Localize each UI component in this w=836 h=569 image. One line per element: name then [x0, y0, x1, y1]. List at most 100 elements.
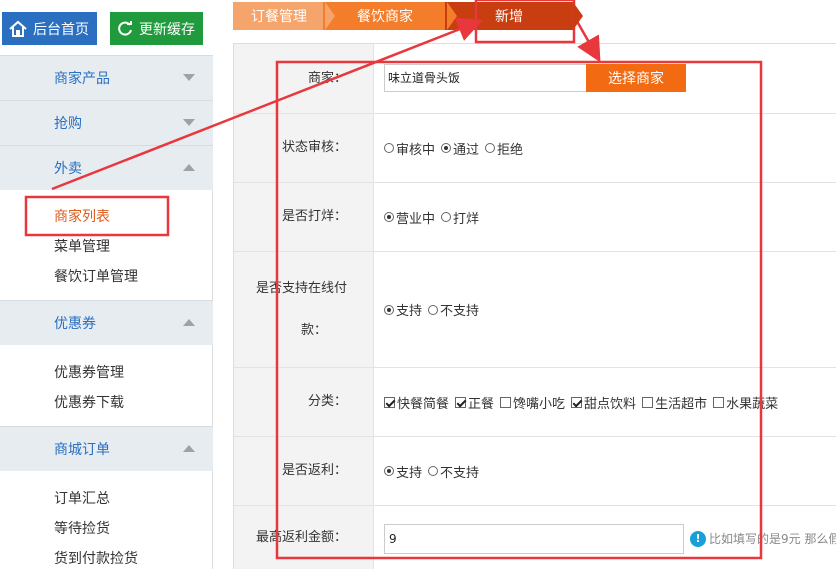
max-rebate-hint-text: 比如填写的是9元 那么假 [709, 532, 836, 546]
chevron-down-icon [183, 119, 195, 126]
sidebar-section-flash-sale[interactable]: 抢购 [0, 100, 213, 145]
form-row-category: 分类： 快餐简餐 正餐 馋嘴小吃 甜点饮料 生活超市 水果蔬菜 [234, 368, 836, 437]
option-label: 支持 [396, 465, 423, 481]
sidebar: 后台首页 更新缓存 商家产品 抢购 外卖 商家列表 菜单管理 餐饮订单管理 优惠… [0, 0, 213, 569]
merchant-label: 商家： [234, 44, 374, 113]
radio-icon [428, 304, 439, 315]
category-option-snacks[interactable]: 馋嘴小吃 [500, 393, 565, 412]
sidebar-section-label: 抢购 [54, 116, 82, 132]
radio-icon [485, 143, 496, 153]
checkbox-checked-icon [571, 396, 583, 408]
radio-icon [441, 212, 452, 222]
home-button[interactable]: 后台首页 [2, 12, 97, 45]
home-icon [9, 20, 27, 37]
category-label: 分类： [234, 368, 374, 436]
option-label: 水果蔬菜 [726, 396, 779, 412]
option-label: 审核中 [396, 142, 436, 158]
form-row-rebate: 是否返利： 支持 不支持 [234, 437, 836, 506]
option-label: 馋嘴小吃 [513, 396, 566, 412]
select-merchant-button[interactable]: 选择商家 [586, 64, 686, 92]
chevron-down-icon [183, 74, 195, 81]
status-option-rejected[interactable]: 拒绝 [485, 139, 523, 158]
status-label: 状态审核： [234, 114, 374, 182]
online-pay-label: 是否支持在线付 款： [234, 252, 374, 367]
radio-icon [384, 143, 394, 153]
option-label: 拒绝 [497, 142, 524, 158]
closed-radio-group: 营业中 打烊 [384, 183, 485, 251]
category-option-desserts[interactable]: 甜点饮料 [571, 393, 636, 412]
top-buttons: 后台首页 更新缓存 [0, 0, 213, 55]
rebate-label: 是否返利： [234, 437, 374, 505]
option-label: 打烊 [453, 211, 480, 227]
option-label: 不支持 [440, 465, 480, 481]
radio-checked-icon [441, 143, 452, 153]
option-label: 快餐简餐 [397, 396, 450, 412]
rebate-radio-group: 支持 不支持 [384, 437, 485, 505]
rebate-option-yes[interactable]: 支持 [384, 462, 422, 481]
online-pay-option-yes[interactable]: 支持 [384, 300, 422, 319]
sidebar-section-mall-orders[interactable]: 商城订单 [0, 426, 213, 471]
info-icon: ! [690, 530, 706, 547]
option-label: 正餐 [468, 396, 495, 412]
sidebar-item-awaiting-pick[interactable]: 等待捡货 [54, 518, 110, 538]
online-pay-label-line1: 是否支持在线付 [255, 280, 347, 296]
closed-option-closed[interactable]: 打烊 [441, 208, 479, 227]
sidebar-item-catering-orders[interactable]: 餐饮订单管理 [54, 266, 138, 286]
merchant-input[interactable]: 味立道骨头饭 [384, 64, 588, 92]
category-option-fruit-veg[interactable]: 水果蔬菜 [713, 393, 778, 412]
online-pay-label-line2: 款： [300, 322, 327, 338]
closed-option-open[interactable]: 营业中 [384, 208, 435, 227]
checkbox-icon [500, 396, 512, 408]
option-label: 支持 [396, 304, 423, 319]
radio-checked-icon [384, 304, 394, 315]
refresh-cache-button[interactable]: 更新缓存 [110, 12, 203, 45]
refresh-icon [118, 20, 132, 36]
chevron-up-icon [183, 445, 195, 452]
category-option-fast-food[interactable]: 快餐简餐 [384, 393, 449, 412]
breadcrumb-item-new: 新增 [445, 2, 583, 30]
form-row-online-pay: 是否支持在线付 款： 支持 不支持 [234, 252, 836, 368]
sidebar-section-coupons[interactable]: 优惠券 [0, 300, 213, 345]
category-option-meal[interactable]: 正餐 [455, 393, 494, 412]
radio-checked-icon [384, 212, 394, 222]
online-pay-option-no[interactable]: 不支持 [428, 300, 479, 319]
sidebar-item-coupon-manage[interactable]: 优惠券管理 [54, 362, 124, 382]
max-rebate-hint: ! 比如填写的是9元 那么假 [690, 530, 836, 547]
closed-label: 是否打烊： [234, 183, 374, 251]
category-option-supermarket[interactable]: 生活超市 [642, 393, 707, 412]
option-label: 甜点饮料 [584, 396, 637, 412]
breadcrumb-item-catering-merchant[interactable]: 餐饮商家 [323, 2, 457, 30]
chevron-up-icon [183, 164, 195, 171]
sidebar-item-order-summary[interactable]: 订单汇总 [54, 488, 110, 508]
sidebar-item-cod-pick[interactable]: 货到付款捡货 [54, 548, 138, 568]
form-row-merchant: 商家： 味立道骨头饭 选择商家 [234, 44, 836, 114]
online-pay-radio-group: 支持 不支持 [384, 252, 485, 367]
sidebar-item-menu-manage[interactable]: 菜单管理 [54, 236, 110, 256]
home-button-label: 后台首页 [33, 21, 89, 38]
sidebar-section-takeout[interactable]: 外卖 [0, 145, 213, 190]
form-row-max-rebate: 最高返利金额： 9 ! 比如填写的是9元 那么假 [234, 506, 836, 569]
sidebar-item-merchant-list[interactable]: 商家列表 [54, 206, 110, 226]
sidebar-section-label: 优惠券 [54, 316, 96, 332]
max-rebate-input[interactable]: 9 [384, 524, 684, 554]
chevron-up-icon [183, 319, 195, 326]
checkbox-checked-icon [384, 396, 395, 408]
refresh-cache-label: 更新缓存 [139, 21, 195, 38]
option-label: 生活超市 [655, 396, 708, 412]
radio-icon [428, 466, 439, 476]
breadcrumb-item-order-manage[interactable]: 订餐管理 [233, 2, 335, 30]
status-option-approved[interactable]: 通过 [441, 139, 479, 158]
sidebar-item-coupon-download[interactable]: 优惠券下载 [54, 392, 124, 412]
rebate-option-no[interactable]: 不支持 [428, 462, 479, 481]
sidebar-section-label: 外卖 [54, 161, 82, 177]
sidebar-section-products[interactable]: 商家产品 [0, 55, 213, 100]
sidebar-section-label: 商城订单 [54, 442, 110, 458]
option-label: 营业中 [396, 211, 436, 227]
form-row-closed: 是否打烊： 营业中 打烊 [234, 183, 836, 252]
form-row-status: 状态审核： 审核中 通过 拒绝 [234, 114, 836, 183]
status-option-pending[interactable]: 审核中 [384, 139, 435, 158]
checkbox-icon [642, 396, 654, 408]
max-rebate-label: 最高返利金额： [234, 506, 374, 569]
radio-checked-icon [384, 466, 394, 476]
option-label: 不支持 [440, 304, 480, 319]
